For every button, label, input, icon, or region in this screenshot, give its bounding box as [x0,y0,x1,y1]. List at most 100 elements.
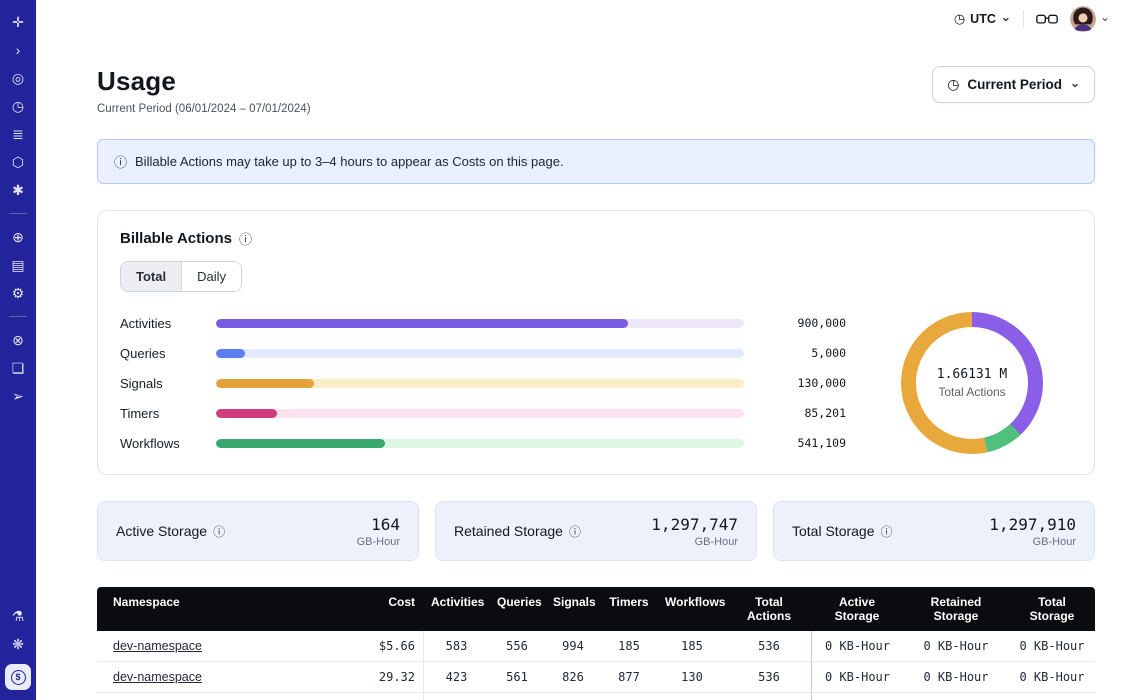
storage-card-label-wrap: Active Storageⓘ [116,523,225,540]
billing-icon[interactable]: ▤ [4,252,32,278]
storage-card-unit: GB-Hour [651,536,738,548]
storage-card-0: Active Storageⓘ 164GB-Hour [97,501,419,561]
storage-summary-row: Active Storageⓘ164GB-HourRetained Storag… [97,501,1095,561]
cell-total_actions: 536 [727,631,811,661]
storage-card-label: Total Storage [792,523,875,539]
bar-fill [216,349,245,358]
info-icon[interactable]: ⓘ [114,152,127,171]
schedules-icon[interactable]: ◷ [4,93,32,119]
info-icon[interactable]: ⓘ [239,229,252,248]
storage-card-value-wrap: 1,297,910 GB-Hour [989,515,1076,548]
table-row: dev-namespace$3.354925368838166001300 KB… [97,693,1095,700]
integrations-icon[interactable]: ✱ [4,177,32,203]
cell-cost: 29.32 [347,662,423,692]
bar-label: Queries [120,346,206,361]
bar-track [216,379,744,388]
timezone-selector[interactable]: ◷ UTC ⌄ [954,11,1011,27]
temporal-logo-icon[interactable]: ✛ [4,9,32,35]
info-icon[interactable]: ⓘ [881,523,893,540]
cell-queries: 536 [489,693,545,700]
info-icon[interactable]: ⓘ [213,523,225,540]
tab-daily[interactable]: Daily [181,262,241,291]
page-title-block: Usage Current Period (06/01/2024 – 07/01… [97,66,311,115]
cell-cost: $5.66 [347,631,423,661]
cell-signals: 826 [545,662,601,692]
support-icon[interactable]: ⊗ [4,327,32,353]
cell-queries: 561 [489,662,545,692]
donut-total-label: Total Actions [938,385,1005,399]
bar-row: Workflows541,109 [120,436,846,451]
storage-card-unit: GB-Hour [989,536,1076,548]
user-menu[interactable]: ⌄ [1070,6,1110,32]
bar-row: Queries5,000 [120,346,846,361]
bar-track [216,439,744,448]
cell-activities: 423 [423,662,489,692]
cell-active_storage: 0 KB-Hour [811,693,903,700]
column-header-3: Queries [489,587,545,631]
column-header-2: Activities [423,587,489,631]
bar-track [216,349,744,358]
cell-timers: 816 [601,693,657,700]
cell-activities: 583 [423,631,489,661]
settings-icon[interactable]: ⚙ [4,280,32,306]
namespace-link[interactable]: dev-namespace [113,670,202,684]
cell-workflows: 185 [657,631,727,661]
period-selector-label: Current Period [967,77,1062,92]
theme-icon[interactable]: ❋ [4,631,32,657]
bar-row: Timers85,201 [120,406,846,421]
cell-retained_storage: 0 KB-Hour [903,662,1009,692]
bar-fill [216,319,628,328]
cell-retained_storage: 0 KB-Hour [903,631,1009,661]
column-header-8: Active Storage [811,587,903,631]
page-content: Usage Current Period (06/01/2024 – 07/01… [36,38,1126,700]
main-area: ◷ UTC ⌄ [36,0,1126,700]
lab-icon[interactable]: ⚗ [4,603,32,629]
deployments-icon[interactable]: ⬡ [4,149,32,175]
bar-chart: Activities900,000Queries5,000Signals130,… [120,316,846,451]
layers-icon[interactable]: ≣ [4,121,32,147]
cell-retained_storage: 0 KB-Hour [903,693,1009,700]
storage-card-value-wrap: 1,297,747 GB-Hour [651,515,738,548]
region-icon[interactable]: ⊕ [4,224,32,250]
bar-label: Signals [120,376,206,391]
glasses-button[interactable] [1036,13,1058,26]
billable-actions-title: Billable Actions [120,230,232,247]
storage-card-value: 164 [357,515,400,534]
cell-signals: 994 [545,631,601,661]
column-header-9: Retained Storage [903,587,1009,631]
bar-track [216,409,744,418]
column-header-10: Total Storage [1009,587,1095,631]
bar-label: Timers [120,406,206,421]
billable-actions-tabs: TotalDaily [120,261,242,292]
namespace-link[interactable]: dev-namespace [113,639,202,653]
topbar: ◷ UTC ⌄ [36,0,1126,38]
column-header-0: Namespace [97,587,347,631]
column-header-4: Signals [545,587,601,631]
usage-billing-button[interactable]: $ [5,664,31,690]
cell-total_storage: 0 KB-Hour [1009,662,1095,692]
storage-card-value-wrap: 164GB-Hour [357,515,400,548]
period-selector-button[interactable]: ◷ Current Period ⌄ [932,66,1095,103]
billable-actions-title-row: Billable Actions ⓘ [120,229,1072,248]
storage-card-value: 1,297,747 [651,515,738,534]
tab-total[interactable]: Total [121,262,181,291]
cell-signals: 883 [545,693,601,700]
cell-total_actions: 130 [727,693,811,700]
namespaces-icon[interactable]: ◎ [4,65,32,91]
cell-timers: 185 [601,631,657,661]
app-root: ✛›◎◷≣⬡✱ ⊕▤⚙ ⊗❏➢ ⚗❋ $ ◷ UTC ⌄ [0,0,1126,700]
cell-queries: 556 [489,631,545,661]
storage-card-value: 1,297,910 [989,515,1076,534]
info-banner-text: Billable Actions may take up to 3–4 hour… [135,154,564,169]
page-subtitle: Current Period (06/01/2024 – 07/01/2024) [97,103,311,115]
column-header-7: Total Actions [727,587,811,631]
info-banner: ⓘ Billable Actions may take up to 3–4 ho… [97,139,1095,184]
cell-total_storage: 0 KB-Hour [1009,631,1095,661]
cell-namespace: dev-namespace [97,693,347,700]
expand-sidebar-icon[interactable]: › [4,37,32,63]
getting-started-icon[interactable]: ➢ [4,383,32,409]
storage-card-1: Retained Storageⓘ1,297,747GB-Hour [435,501,757,561]
docs-icon[interactable]: ❏ [4,355,32,381]
info-icon[interactable]: ⓘ [569,523,581,540]
donut-chart: 1.66131 M Total Actions [901,312,1043,454]
